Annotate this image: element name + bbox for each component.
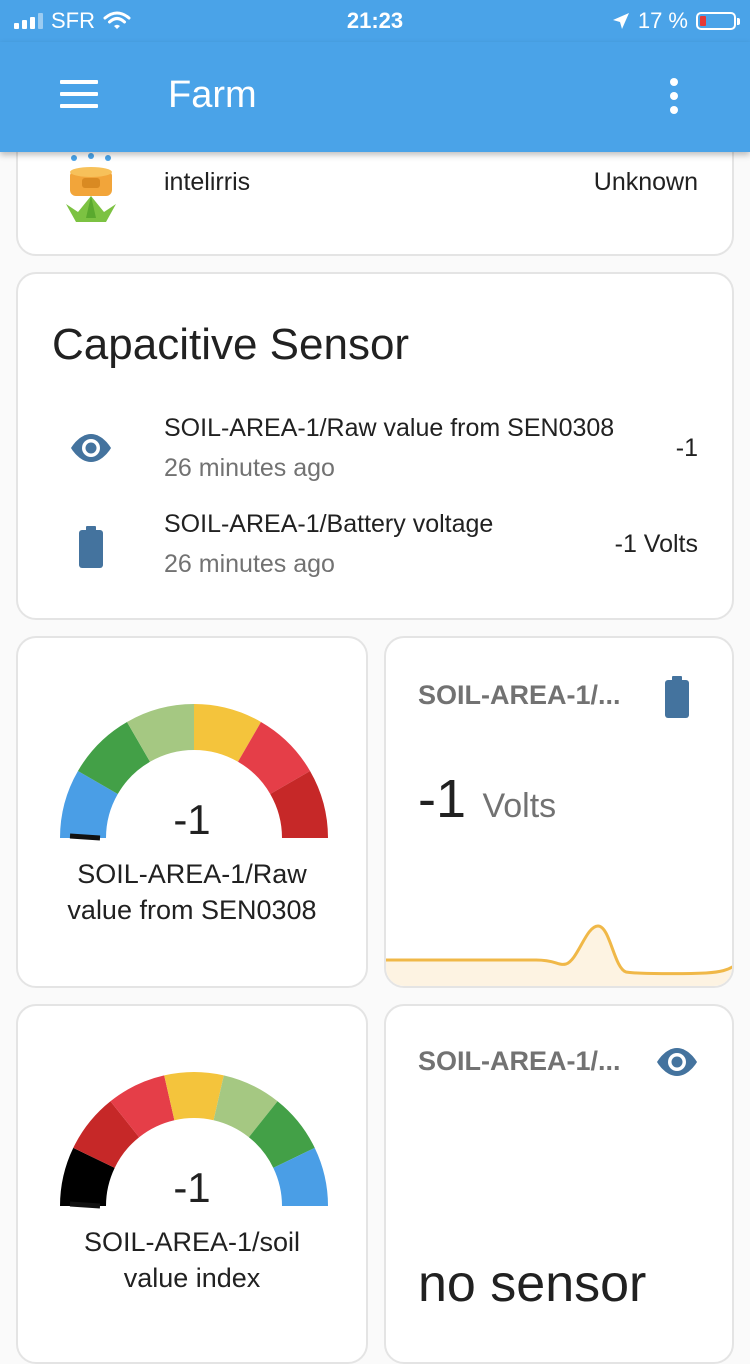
- capacitive-sensor-card: Capacitive Sensor SOIL-AREA-1/Raw value …: [16, 272, 734, 620]
- more-vertical-icon[interactable]: [668, 78, 680, 114]
- watering-plant-icon: [66, 153, 116, 222]
- sensor-card-title: SOIL-AREA-1/...: [418, 680, 621, 710]
- sensor-value: -1 Volts: [418, 768, 556, 830]
- battery-percent: 17 %: [637, 8, 688, 33]
- gauge-value: -1: [173, 796, 211, 843]
- entity-name: SOIL-AREA-1/Battery voltage: [164, 510, 494, 538]
- gauge-label-line2: value from SEN0308: [67, 895, 317, 925]
- gauge-value: -1: [173, 1164, 211, 1211]
- battery-icon: [79, 526, 103, 568]
- entity-name: SOIL-AREA-1/Raw value from SEN0308: [164, 414, 615, 442]
- page-title: Farm: [168, 74, 257, 116]
- entity-row-battery[interactable]: SOIL-AREA-1/Battery voltage 26 minutes a…: [18, 490, 732, 586]
- history-sparkline: [386, 924, 732, 986]
- gauge-card-raw[interactable]: -1 SOIL-AREA-1/Raw value from SEN0308: [16, 636, 368, 988]
- card-title: Capacitive Sensor: [52, 320, 410, 369]
- sensor-card-raw[interactable]: SOIL-AREA-1/... no sensor: [384, 1004, 734, 1364]
- sensor-value-unit: Volts: [482, 787, 557, 825]
- gauge-label-line1: SOIL-AREA-1/Raw: [77, 859, 307, 889]
- entity-last-changed: 26 minutes ago: [164, 454, 335, 482]
- gauge-label-line1: SOIL-AREA-1/soil: [83, 1227, 301, 1257]
- hamburger-menu-icon[interactable]: [60, 80, 98, 108]
- app-bar: Farm: [0, 42, 750, 152]
- entity-value: -1: [675, 434, 698, 462]
- sensor-state: no sensor: [418, 1255, 647, 1313]
- gauge-card-index[interactable]: -1 SOIL-AREA-1/soil value index: [16, 1004, 368, 1364]
- status-right: 17 %: [612, 8, 740, 34]
- battery-icon: [665, 676, 689, 718]
- entity-name: intelirris: [164, 168, 251, 196]
- sensor-value-number: -1: [418, 769, 467, 829]
- entity-value: -1 Volts: [614, 530, 698, 558]
- gauge-label-line2: value index: [123, 1263, 261, 1293]
- sensor-card-battery[interactable]: SOIL-AREA-1/... -1 Volts: [384, 636, 734, 988]
- eye-icon: [657, 1048, 697, 1076]
- entity-last-changed: 26 minutes ago: [164, 550, 335, 578]
- status-battery-icon: [696, 12, 740, 30]
- gauge-segment: [164, 1072, 224, 1121]
- eye-icon: [71, 434, 111, 462]
- entity-row-raw[interactable]: SOIL-AREA-1/Raw value from SEN0308 26 mi…: [18, 394, 732, 490]
- sensor-card-title: SOIL-AREA-1/...: [418, 1046, 621, 1076]
- entity-state: Unknown: [593, 168, 698, 196]
- status-bar: SFR 21:23 17 %: [0, 0, 750, 42]
- location-arrow-icon: [612, 13, 629, 29]
